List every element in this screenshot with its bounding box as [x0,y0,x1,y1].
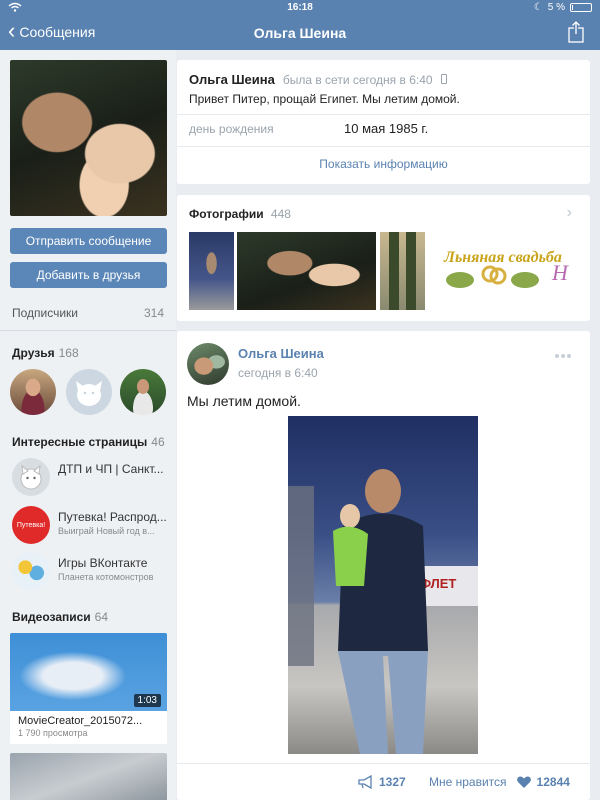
battery-icon [570,3,592,12]
post-time[interactable]: сегодня в 6:40 [238,366,318,380]
cat-icon [12,458,50,496]
photos-label: Фотографии [189,207,264,221]
profile-avatar[interactable] [10,60,167,216]
page-title: Ольга Шеина [253,25,347,41]
followers-label: Подписчики [12,306,79,320]
nav-bar: ‹ Сообщения Ольга Шеина [0,16,600,50]
divider [177,114,590,115]
birthday-label: день рождения [189,122,274,136]
pages-count: 46 [151,435,165,449]
show-info-link[interactable]: Показать информацию [177,157,590,171]
post-photo-scene: ФЛЕТ [288,469,478,754]
like-label: Мне нравится [429,775,507,789]
photo-thumbnail[interactable] [380,232,425,310]
photo-thumbnail[interactable] [189,232,234,310]
video-thumbnail: 1:03 [10,633,167,711]
status-bar: 16:18 ☾ 5 % [0,0,600,16]
page-item[interactable]: Игры ВКонтакте Планета котомонстров [12,552,172,592]
friend-avatar[interactable] [10,369,56,415]
heart-icon [516,776,531,788]
battery-fill [572,5,573,10]
page-subtitle: Планета котомонстров [58,572,154,582]
video-views: 1 790 просмотра [18,728,88,738]
divider [0,330,176,331]
banner-tail: Н [551,260,569,285]
last-seen: была в сети сегодня в 6:40 [282,73,433,87]
moon-icon: ☾ [533,2,543,13]
wedding-banner-image: Льняная свадьба Н [443,249,569,288]
page-item[interactable]: Путевка! Путевка! Распрод... Выиграй Нов… [12,506,172,546]
photo-thumbnail[interactable]: Льняная свадьба Н [430,232,590,310]
post-text: Мы летим домой. [187,393,301,409]
games-logo-icon [12,552,50,590]
dog-placeholder-icon [76,381,102,406]
banner-text: Льняная свадьба [443,249,562,266]
send-message-button[interactable]: Отправить сообщение [10,228,167,254]
like-button[interactable]: Мне нравится 12844 [429,775,570,789]
repost-count: 1327 [379,775,406,789]
page-item[interactable]: ДТП и ЧП | Санкт... [12,458,172,498]
page-name: Путевка! Распрод... [58,510,167,524]
repost-button[interactable]: 1327 [358,775,406,789]
post-photo[interactable]: ФЛЕТ [288,416,478,754]
interesting-pages-header[interactable]: Интересные страницы 46 [12,435,165,449]
profile-name: Ольга Шеина [189,72,275,87]
page-name: Игры ВКонтакте [58,556,148,570]
like-count: 12844 [536,775,570,789]
divider [177,763,590,764]
svg-text:Путевка!: Путевка! [17,522,45,529]
photos-header[interactable]: Фотографии 448 [189,207,291,221]
wall-post: Ольга Шеина сегодня в 6:40 Мы летим домо… [177,331,590,800]
friend-avatar-placeholder[interactable] [66,369,112,415]
add-friend-button[interactable]: Добавить в друзья [10,262,167,288]
post-author-avatar[interactable] [187,343,229,385]
chevron-right-icon[interactable]: › [567,204,572,222]
phone-icon [440,74,447,84]
videos-label: Видеозаписи [12,610,91,624]
pages-label: Интересные страницы [12,435,148,449]
battery-percent: 5 % [547,2,565,13]
photos-card: Фотографии 448 › Льняная свадьба Н [177,195,590,321]
friends-count: 168 [58,346,79,360]
videos-count: 64 [94,610,109,624]
video-thumbnail [10,753,167,800]
followers-count: 314 [143,306,164,320]
followers-row[interactable]: Подписчики 314 [12,306,164,320]
page-name: ДТП и ЧП | Санкт... [58,462,164,476]
friends-label: Друзья [12,346,55,360]
status-time: 16:18 [287,2,313,13]
video-duration: 1:03 [133,694,161,707]
profile-info-card: Ольга Шеина была в сети сегодня в 6:40 П… [177,60,590,184]
photos-count: 448 [270,207,291,221]
post-author[interactable]: Ольга Шеина [238,346,324,361]
video-card[interactable]: 1:03 MovieCreator_2015072... 1 790 просм… [10,633,167,744]
share-icon[interactable] [566,21,586,43]
more-options-icon[interactable] [554,353,572,359]
videos-header[interactable]: Видеозаписи 64 [12,610,108,624]
profile-sidebar: Отправить сообщение Добавить в друзья По… [0,50,176,800]
putevka-logo-icon: Путевка! [12,506,50,544]
video-card[interactable] [10,753,167,800]
friends-header[interactable]: Друзья 168 [12,346,79,360]
birthday-value: 10 мая 1985 г. [344,121,429,136]
video-title: MovieCreator_2015072... [18,715,143,727]
divider [177,146,590,147]
page-subtitle: Выиграй Новый год в... [58,526,155,536]
friend-avatar[interactable] [120,369,166,415]
status-text: Привет Питер, прощай Египет. Мы летим до… [189,92,460,106]
megaphone-icon [358,775,372,789]
photo-thumbnail[interactable] [237,232,376,310]
